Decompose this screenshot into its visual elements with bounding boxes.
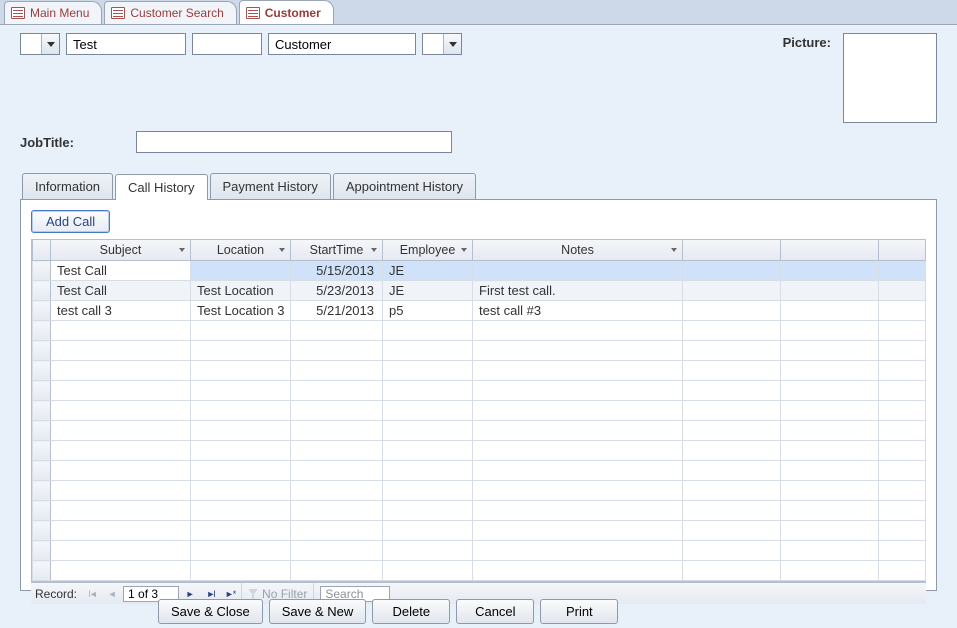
save-new-button[interactable]: Save & New — [269, 599, 367, 624]
col-subject[interactable]: Subject — [51, 240, 191, 261]
doc-tab-label: Customer — [265, 6, 321, 20]
cell-notes[interactable]: First test call. — [473, 281, 683, 301]
col-location[interactable]: Location — [191, 240, 291, 261]
form-icon — [11, 7, 25, 19]
col-blank[interactable] — [879, 240, 926, 261]
picture-label: Picture: — [783, 33, 837, 50]
doc-tab-customer[interactable]: Customer — [239, 0, 334, 24]
jobtitle-row: JobTitle: — [20, 131, 937, 153]
col-notes[interactable]: Notes — [473, 240, 683, 261]
cell-subject[interactable]: Test Call — [51, 281, 191, 301]
header-row: Subject Location StartTime Employee Note… — [33, 240, 926, 261]
empty-row[interactable] — [33, 561, 926, 581]
sub-tabs: Information Call History Payment History… — [20, 173, 937, 199]
picture-box[interactable] — [843, 33, 937, 123]
middle-name-field[interactable] — [192, 33, 262, 55]
doc-tab-customer-search[interactable]: Customer Search — [104, 1, 236, 24]
jobtitle-field[interactable] — [136, 131, 452, 153]
document-tabs: Main Menu Customer Search Customer — [0, 0, 957, 25]
empty-row[interactable] — [33, 421, 926, 441]
nav-first-button[interactable] — [83, 586, 101, 602]
chevron-down-icon[interactable] — [371, 248, 377, 252]
cell-notes[interactable] — [473, 261, 683, 281]
cell-employee[interactable]: JE — [383, 261, 473, 281]
cell-location[interactable]: Test Location — [191, 281, 291, 301]
col-employee[interactable]: Employee — [383, 240, 473, 261]
doc-tab-label: Customer Search — [130, 6, 223, 20]
empty-row[interactable] — [33, 461, 926, 481]
save-close-button[interactable]: Save & Close — [158, 599, 263, 624]
empty-row[interactable] — [33, 321, 926, 341]
delete-button[interactable]: Delete — [372, 599, 450, 624]
empty-row[interactable] — [33, 441, 926, 461]
record-label: Record: — [35, 587, 77, 601]
table-row[interactable]: Test Call Test Location 5/23/2013 JE Fir… — [33, 281, 926, 301]
funnel-icon — [248, 589, 258, 599]
cell-location[interactable] — [191, 261, 291, 281]
chevron-down-icon[interactable] — [671, 248, 677, 252]
empty-row[interactable] — [33, 521, 926, 541]
empty-row[interactable] — [33, 401, 926, 421]
empty-row[interactable] — [33, 541, 926, 561]
cell-starttime[interactable]: 5/23/2013 — [291, 281, 383, 301]
cell-subject[interactable]: test call 3 — [51, 301, 191, 321]
col-blank[interactable] — [683, 240, 781, 261]
cell-location[interactable]: Test Location 3 — [191, 301, 291, 321]
cell-starttime[interactable]: 5/21/2013 — [291, 301, 383, 321]
chevron-down-icon[interactable] — [41, 34, 59, 54]
form-icon — [246, 7, 260, 19]
row-selector[interactable] — [33, 301, 51, 321]
nav-prev-button[interactable] — [103, 586, 121, 602]
chevron-down-icon[interactable] — [443, 34, 461, 54]
suffix-combo[interactable] — [422, 33, 462, 55]
chevron-down-icon[interactable] — [179, 248, 185, 252]
doc-tab-label: Main Menu — [30, 6, 89, 20]
cell-employee[interactable]: p5 — [383, 301, 473, 321]
doc-tab-main-menu[interactable]: Main Menu — [4, 1, 102, 24]
jobtitle-label: JobTitle: — [20, 135, 74, 150]
tab-call-history[interactable]: Call History — [115, 174, 207, 200]
print-button[interactable]: Print — [540, 599, 618, 624]
cell-starttime[interactable]: 5/15/2013 — [291, 261, 383, 281]
first-name-field[interactable] — [66, 33, 186, 55]
select-all-cell[interactable] — [33, 240, 51, 261]
row-selector[interactable] — [33, 261, 51, 281]
add-call-button[interactable]: Add Call — [31, 210, 110, 233]
empty-row[interactable] — [33, 501, 926, 521]
sub-tab-control: Information Call History Payment History… — [20, 173, 937, 591]
empty-row[interactable] — [33, 381, 926, 401]
row-selector[interactable] — [33, 281, 51, 301]
empty-row[interactable] — [33, 341, 926, 361]
sub-panel: Add Call — [20, 199, 937, 591]
col-blank[interactable] — [781, 240, 879, 261]
calls-datasheet: Subject Location StartTime Employee Note… — [31, 239, 926, 582]
tab-payment-history[interactable]: Payment History — [210, 173, 331, 199]
form-area: Picture: JobTitle: Information Call Hist… — [0, 25, 957, 628]
chevron-down-icon[interactable] — [279, 248, 285, 252]
last-name-field[interactable] — [268, 33, 416, 55]
table-row[interactable]: Test Call 5/15/2013 JE — [33, 261, 926, 281]
cancel-button[interactable]: Cancel — [456, 599, 534, 624]
cell-subject[interactable]: Test Call — [51, 261, 191, 281]
cell-notes[interactable]: test call #3 — [473, 301, 683, 321]
empty-row[interactable] — [33, 361, 926, 381]
tab-information[interactable]: Information — [22, 173, 113, 199]
tab-appointment-history[interactable]: Appointment History — [333, 173, 476, 199]
chevron-down-icon[interactable] — [461, 248, 467, 252]
col-starttime[interactable]: StartTime — [291, 240, 383, 261]
customer-header-row: Picture: — [20, 33, 937, 123]
empty-row[interactable] — [33, 481, 926, 501]
prefix-combo[interactable] — [20, 33, 60, 55]
form-icon — [111, 7, 125, 19]
cell-employee[interactable]: JE — [383, 281, 473, 301]
table-row[interactable]: test call 3 Test Location 3 5/21/2013 p5… — [33, 301, 926, 321]
